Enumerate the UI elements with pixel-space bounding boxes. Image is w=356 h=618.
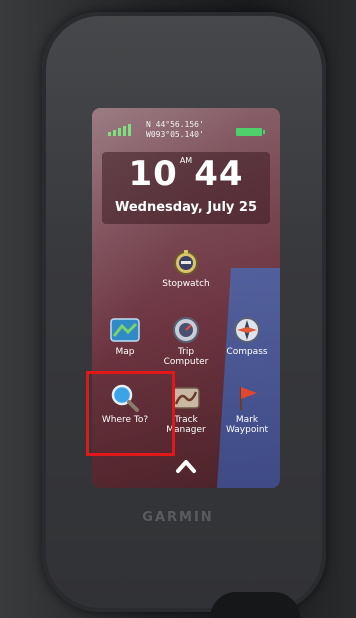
coordinates: N 44°56.156' W093°05.140' xyxy=(146,120,204,140)
app-trip-computer[interactable]: Trip Computer xyxy=(155,316,217,367)
app-label: Trip Computer xyxy=(163,347,209,367)
trip-computer-icon xyxy=(171,316,201,344)
selection-highlight xyxy=(86,371,175,456)
app-label: Compass xyxy=(226,347,268,357)
latitude: N 44°56.156' xyxy=(146,120,204,129)
app-mark-waypoint[interactable]: Mark Waypoint xyxy=(216,384,278,435)
chevron-up-icon[interactable] xyxy=(174,456,198,476)
battery-icon xyxy=(236,128,265,136)
time-hour: 10 xyxy=(128,154,178,194)
time-display: 10 AM44 xyxy=(102,154,270,194)
time-ampm: AM xyxy=(179,156,193,165)
app-label: Map xyxy=(115,347,135,357)
lanyard-cable xyxy=(210,592,300,618)
date-display: Wednesday, July 25 xyxy=(114,200,258,215)
waypoint-flag-icon xyxy=(232,384,262,412)
stopwatch-icon xyxy=(171,248,201,276)
map-icon xyxy=(110,316,140,344)
app-compass[interactable]: Compass xyxy=(216,316,278,357)
time-minute: 44 xyxy=(194,154,244,194)
app-label: Mark Waypoint xyxy=(225,415,269,435)
compass-icon xyxy=(232,316,262,344)
app-label: Stopwatch xyxy=(162,279,210,289)
app-stopwatch[interactable]: Stopwatch xyxy=(155,248,217,289)
track-manager-icon xyxy=(171,384,201,412)
gps-signal-icon xyxy=(108,124,131,136)
brand-logo: GARMIN xyxy=(142,510,214,525)
status-bar: N 44°56.156' W093°05.140' xyxy=(100,118,272,146)
app-map[interactable]: Map xyxy=(94,316,156,357)
clock-widget: 10 AM44 Wednesday, July 25 xyxy=(102,152,270,224)
longitude: W093°05.140' xyxy=(146,130,204,139)
